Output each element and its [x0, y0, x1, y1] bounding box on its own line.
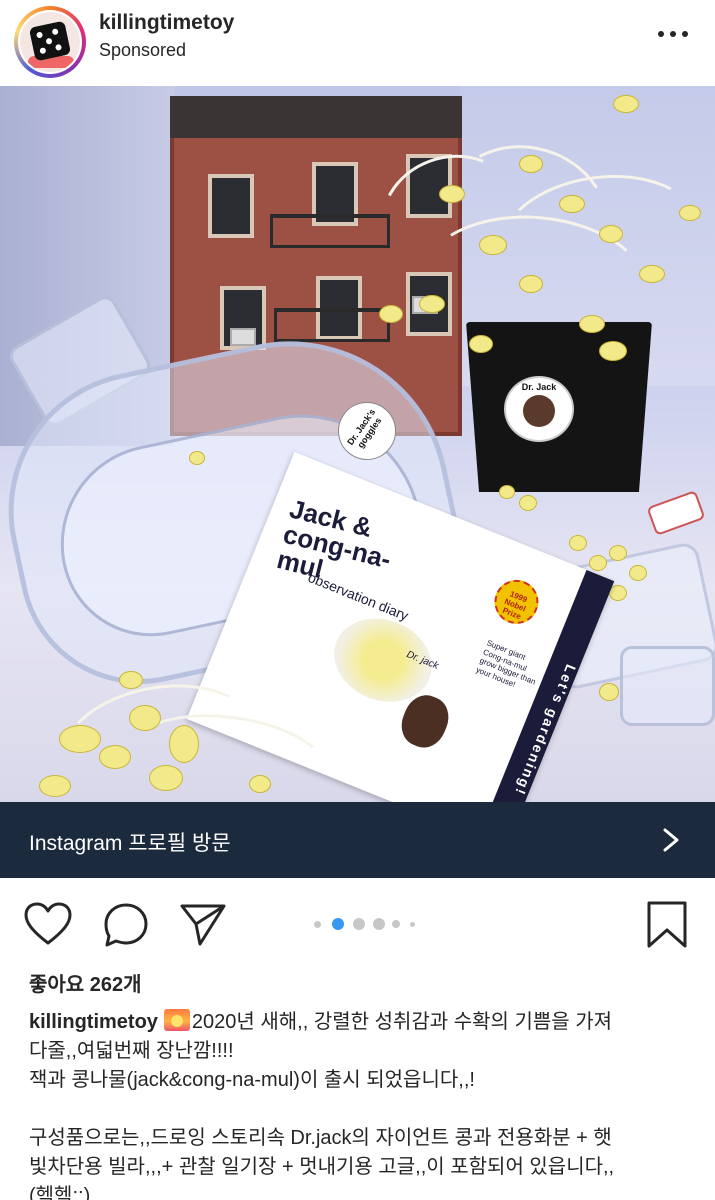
likes-count[interactable]: 좋아요 262개	[29, 968, 142, 997]
comment-icon[interactable]	[101, 900, 151, 950]
caption-line-6: (헥헥;;)	[29, 1185, 91, 1200]
share-send-icon[interactable]	[178, 900, 228, 950]
caption-line-5: 빛차단용 빌라,,,+ 관찰 일기장 + 멋내기용 고글,,이 포함되어 있읍니…	[29, 1156, 615, 1178]
booklet-note: Super giant Cong-na-mul grow bigger than…	[474, 638, 537, 689]
post-username[interactable]: killingtimetoy	[99, 11, 234, 35]
more-options-icon[interactable]	[656, 27, 690, 41]
caption-username[interactable]: killingtimetoy	[29, 1011, 158, 1033]
profile-avatar[interactable]	[14, 6, 86, 78]
post-image[interactable]: Dr. Jack Dr. Jack's goggles Jack & cong-…	[0, 86, 715, 802]
save-bookmark-icon[interactable]	[642, 900, 692, 950]
pot-label: Dr. Jack	[504, 376, 574, 442]
like-heart-icon[interactable]	[23, 900, 73, 950]
caption-line-1: 2020년 새해,, 강렬한 성취감과 수확의 기쁨을 가져	[191, 1011, 613, 1033]
carousel-dot	[392, 920, 400, 928]
sunrise-emoji-icon	[163, 1009, 190, 1031]
carousel-dot	[314, 921, 321, 928]
sponsored-label: Sponsored	[99, 40, 187, 60]
nobel-prize-seal: 1999 Nobel Prize	[487, 573, 546, 631]
post-actions	[0, 878, 715, 966]
carousel-indicator	[314, 917, 424, 931]
post-header: killingtimetoy Sponsored	[0, 0, 715, 86]
avatar-image	[18, 10, 82, 74]
carousel-dot	[410, 922, 415, 927]
post-caption: killingtimetoy 2020년 새해,, 강렬한 성취감과 수확의 기쁨…	[29, 1008, 709, 1200]
caption-line-2: 다줄,,여덟번째 장난깜!!!!	[29, 1040, 234, 1062]
caption-line-4: 구성품으로는,,드로잉 스토리속 Dr.jack의 자이언트 콩과 전용화분 +…	[29, 1127, 612, 1149]
visit-profile-label: Instagram 프로필 방문	[29, 832, 231, 855]
visit-profile-bar[interactable]: Instagram 프로필 방문	[0, 802, 715, 878]
carousel-dot-active	[332, 918, 344, 930]
caption-line-3: 잭과 콩나물(jack&cong-na-mul)이 출시 되었읍니다,,!	[29, 1069, 475, 1091]
carousel-dot	[373, 918, 385, 930]
chevron-right-icon	[663, 828, 679, 852]
carousel-dot	[353, 918, 365, 930]
